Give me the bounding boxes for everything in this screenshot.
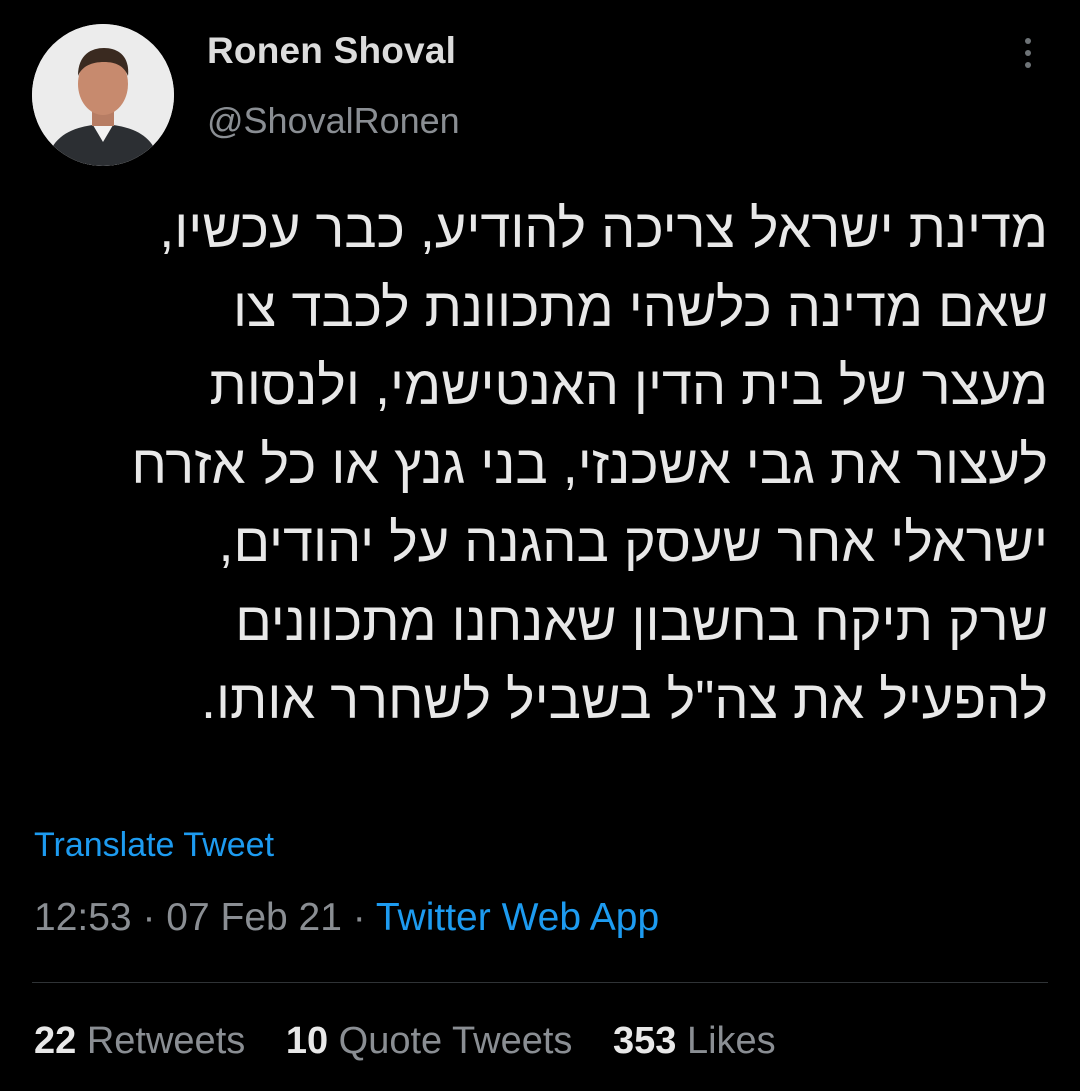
likes-stat[interactable]: 353 Likes [613,1020,776,1062]
quote-tweets-count: 10 [285,1020,329,1062]
avatar[interactable] [32,24,174,166]
quote-tweets-label: Quote Tweets [338,1020,573,1062]
translate-tweet-link[interactable]: Translate Tweet [34,826,274,865]
tweet-stats: 22 Retweets 10 Quote Tweets 353 Likes [34,1020,806,1063]
tweet-meta: 12:53 · 07 Feb 21 · Twitter Web App [34,896,659,940]
meta-separator: · [131,896,167,939]
tweet-text: מדינת ישראל צריכה להודיע, כבר עכשיו, שאם… [131,199,1048,730]
quote-tweets-stat[interactable]: 10 Quote Tweets [286,1020,573,1062]
author-name[interactable]: Ronen Shoval [207,30,456,72]
more-vertical-icon[interactable] [1022,38,1034,78]
divider [32,982,1048,983]
retweets-label: Retweets [86,1020,246,1062]
tweet-time[interactable]: 12:53 [34,896,132,939]
tweet-source-link[interactable]: Twitter Web App [376,896,659,939]
author-handle[interactable]: @ShovalRonen [207,100,460,142]
likes-count: 353 [613,1020,677,1062]
profile-photo-icon [32,24,174,166]
likes-label: Likes [686,1020,776,1062]
tweet-date[interactable]: 07 Feb 21 [166,896,342,939]
tweet-header: Ronen Shoval @ShovalRonen [32,20,1048,166]
retweets-count: 22 [34,1020,77,1062]
meta-separator: · [341,896,376,939]
retweets-stat[interactable]: 22 Retweets [34,1020,245,1062]
